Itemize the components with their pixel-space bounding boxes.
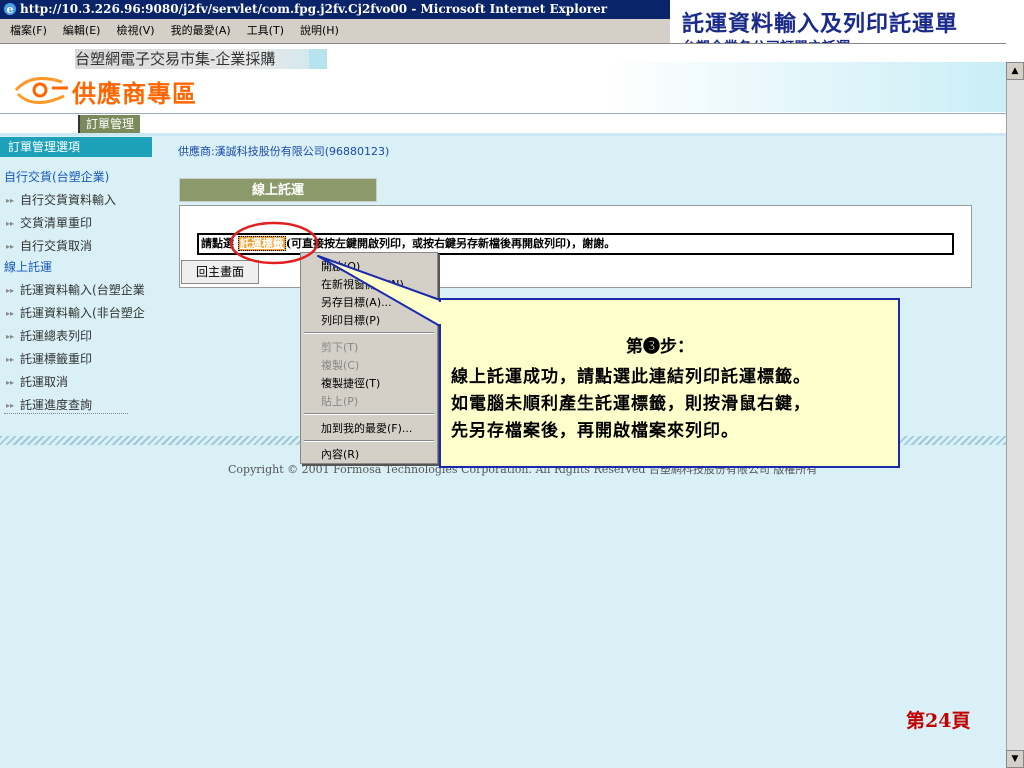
menu-edit[interactable]: 編輯(E) xyxy=(63,24,101,37)
msg-prefix: 請點選 xyxy=(201,237,234,250)
tab-order-management[interactable]: 訂單管理 xyxy=(78,115,140,133)
callout-line-3: 先另存檔案後，再開啟檔案來列印。 xyxy=(451,421,739,441)
menu-file[interactable]: 檔案(F) xyxy=(10,24,47,37)
menu-help[interactable]: 說明(H) xyxy=(300,24,339,37)
ctx-properties[interactable]: 內容(R) xyxy=(321,446,359,462)
callout-line-1: 線上託運成功，請點選此連結列印託運標籤。 xyxy=(451,367,811,387)
sidebar-item-shipping-cancel[interactable]: ▸▸ 託運取消 xyxy=(6,373,156,390)
callout-line-2: 如電腦未順利產生託運標籤，則按滑鼠右鍵， xyxy=(451,394,811,414)
ctx-separator xyxy=(304,413,434,415)
section-tab-online-shipping: 線上託運 xyxy=(179,178,377,202)
market-bar-cap xyxy=(309,49,327,69)
sidebar-category-online-shipping[interactable]: 線上託運 xyxy=(4,258,52,275)
window-title-bar: e http://10.3.226.96:9080/j2fv/servlet/c… xyxy=(0,0,670,19)
ctx-paste: 貼上(P) xyxy=(321,395,359,408)
menu-favorites[interactable]: 我的最愛(A) xyxy=(171,24,231,37)
arrow-icon: ▸▸ xyxy=(6,332,15,341)
sidebar-divider xyxy=(4,413,128,414)
arrow-icon: ▸▸ xyxy=(6,378,15,387)
instruction-callout: 第❸步： 線上託運成功，請點選此連結列印託運標籤。 如電腦未順利產生託運標籤，則… xyxy=(439,298,900,468)
arrow-icon: ▸▸ xyxy=(6,242,15,251)
sidebar-item-shipping-progress[interactable]: ▸▸ 託運進度查詢 xyxy=(6,396,156,413)
arrow-icon: ▸▸ xyxy=(6,355,15,364)
home-button[interactable]: 回主畫面 xyxy=(181,260,259,284)
ctx-open[interactable]: 開啟(O) xyxy=(321,258,360,274)
sidebar-item-shipping-label-reprint[interactable]: ▸▸ 託運標籤重印 xyxy=(6,350,156,367)
ctx-separator xyxy=(304,440,434,442)
supplier-zone-title: 供應商專區 xyxy=(72,80,197,108)
sidebar-category-self-delivery[interactable]: 自行交貨(台塑企業) xyxy=(4,168,109,185)
sidebar-item-shipping-input-non-fpg[interactable]: ▸▸ 託運資料輸入(非台塑企 xyxy=(6,304,156,321)
arrow-icon: ▸▸ xyxy=(6,401,15,410)
ctx-print-target[interactable]: 列印目標(P) xyxy=(321,312,380,328)
arrow-icon: ▸▸ xyxy=(6,196,15,205)
context-menu: 開啟(O) 在新視窗開啟(N) 另存目標(A)... 列印目標(P) 剪下(T)… xyxy=(300,252,438,464)
ctx-cut: 剪下(T) xyxy=(321,341,359,354)
market-title-bar: 台塑網電子交易市集-企業採購 xyxy=(75,49,327,69)
sidebar-item-self-delivery-input[interactable]: ▸▸ 自行交貨資料輸入 xyxy=(6,191,156,208)
ctx-open-new-window[interactable]: 在新視窗開啟(N) xyxy=(321,276,404,292)
market-title: 台塑網電子交易市集-企業採購 xyxy=(75,50,276,68)
shipping-label-link[interactable]: 託運標籤 xyxy=(237,236,286,251)
arrow-icon: ▸▸ xyxy=(6,286,15,295)
sidebar-item-self-delivery-cancel[interactable]: ▸▸ 自行交貨取消 xyxy=(6,237,156,254)
tab-row xyxy=(0,113,1006,134)
menu-bar: 檔案(F) 編輯(E) 檢視(V) 我的最愛(A) 工具(T) 說明(H) xyxy=(0,19,670,44)
window-title: http://10.3.226.96:9080/j2fv/servlet/com… xyxy=(20,2,608,16)
arrow-icon: ▸▸ xyxy=(6,219,15,228)
supplier-logo-icon xyxy=(12,70,72,110)
scroll-up-icon[interactable]: ▲ xyxy=(1006,62,1024,80)
msg-suffix: (可直接按左鍵開啟列印，或按右鍵另存新檔後再開啟列印)，謝謝。 xyxy=(285,237,616,250)
svg-text:e: e xyxy=(7,3,14,16)
page-number: 第24頁 xyxy=(906,710,971,732)
menu-tools[interactable]: 工具(T) xyxy=(247,24,284,37)
arrow-icon: ▸▸ xyxy=(6,309,15,318)
sidebar-header: 訂單管理選項 xyxy=(0,137,152,157)
vertical-scrollbar[interactable] xyxy=(1006,62,1024,768)
supplier-info: 供應商:漢誠科技股份有限公司(96880123) xyxy=(178,145,390,158)
scroll-down-icon[interactable]: ▼ xyxy=(1006,750,1024,768)
menu-view[interactable]: 檢視(V) xyxy=(116,24,154,37)
ie-icon: e xyxy=(3,2,17,16)
slide-title: 託運資料輸入及列印託運單 xyxy=(682,11,959,37)
ctx-save-target-as[interactable]: 另存目標(A)... xyxy=(321,294,392,310)
ctx-add-favorites[interactable]: 加到我的最愛(F)... xyxy=(321,420,412,436)
ctx-separator xyxy=(304,332,434,334)
sidebar-item-shipping-input-fpg[interactable]: ▸▸ 託運資料輸入(台塑企業 xyxy=(6,281,156,298)
divider xyxy=(0,133,1006,136)
ctx-copy-shortcut[interactable]: 複製捷徑(T) xyxy=(321,375,380,391)
sidebar-item-shipping-summary-print[interactable]: ▸▸ 託運總表列印 xyxy=(6,327,156,344)
ctx-copy: 複製(C) xyxy=(321,359,360,372)
callout-step: 第❸步： xyxy=(626,337,694,357)
sidebar-item-delivery-list-reprint[interactable]: ▸▸ 交貨清單重印 xyxy=(6,214,156,231)
